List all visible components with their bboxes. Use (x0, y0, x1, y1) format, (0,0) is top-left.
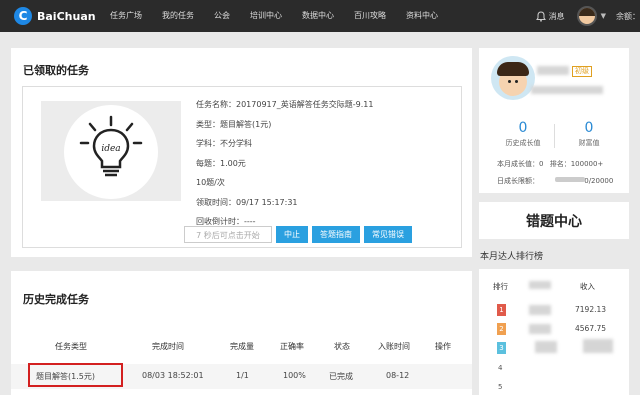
logo-text: BaiChuan (37, 9, 96, 23)
profile-panel: 初级 0 历史成长值 0 财富值 本月成长值：0 排名：100000+ 日成长限… (479, 48, 629, 193)
row-credit-date: 08-12 (386, 371, 410, 380)
col-status: 状态 (334, 342, 350, 351)
col-credit-time: 入账时间 (378, 342, 410, 351)
growth-label: 历史成长值 (505, 139, 541, 147)
messages-link[interactable]: 消息 (549, 11, 565, 22)
rank-income-1: 7192.13 (575, 305, 607, 314)
rank-number-5: 5 (498, 383, 503, 391)
blurred-rank-user-1 (529, 305, 551, 315)
row-task-type: 题目解答(1.5元) (36, 372, 95, 381)
user-avatar[interactable] (576, 6, 597, 26)
rank-badge-3: 3 (497, 342, 506, 354)
blurred-rank-user-3 (535, 341, 557, 353)
nav-item-task-square[interactable]: 任务广场 (100, 0, 152, 32)
row-status: 已完成 (329, 372, 353, 381)
current-task-title: 已领取的任务 (23, 64, 89, 77)
wealth-value: 0 (584, 120, 594, 136)
row-finish-time: 08/03 18:52:01 (142, 371, 204, 380)
growth-value: 0 (518, 120, 528, 136)
balance-label: 余额： (616, 11, 640, 21)
profile-avatar[interactable] (491, 56, 535, 100)
ranking-col-rank: 排行 (493, 282, 508, 291)
blurred-rank-user-2 (529, 324, 551, 334)
month-rank-line: 本月成长值：0 排名：100000+ (497, 159, 603, 169)
error-center-label: 错题中心 (526, 214, 582, 230)
nav-item-data-center[interactable]: 数据中心 (292, 0, 344, 32)
nav-item-guide[interactable]: 百川攻略 (344, 0, 396, 32)
error-center-card[interactable]: 错题中心 (479, 202, 629, 239)
level-badge: 初级 (572, 66, 592, 77)
col-task-type: 任务类型 (55, 342, 87, 351)
top-navigation-bar: C BaiChuan 任务广场 我的任务 公会 培训中心 数据中心 百川攻略 资… (0, 0, 640, 32)
rank-badge-1: 1 (497, 304, 506, 316)
ranking-col-income: 收入 (580, 282, 595, 291)
history-title: 历史完成任务 (23, 293, 89, 306)
nav-item-training[interactable]: 培训中心 (240, 0, 292, 32)
wealth-stat: 0 财富值 (559, 120, 619, 148)
col-action: 操作 (435, 342, 451, 351)
illustration-text: idea (101, 144, 120, 154)
ranking-panel: 排行 收入 1 7192.13 2 4567.75 3 4 5 (479, 269, 629, 395)
row-accuracy: 100% (283, 371, 306, 380)
start-wait-button[interactable]: 7 秒后可点击开始 (184, 226, 272, 243)
rank-badge-2: 2 (497, 323, 506, 335)
ranking-title: 本月达人排行榜 (480, 252, 544, 262)
daily-limit-label: 日成长限额： (497, 177, 539, 185)
nav-item-guild[interactable]: 公会 (204, 0, 240, 32)
rank-income-2: 4567.75 (575, 324, 607, 333)
month-growth: 本月成长值：0 (497, 160, 544, 168)
stop-button[interactable]: 中止 (276, 226, 308, 243)
task-type: 类型：题目解答(1元) (196, 119, 272, 129)
task-actions: 7 秒后可点击开始 中止 答题指南 常见错误 (184, 226, 416, 243)
task-info: 任务名称：20170917_英语解答任务交际题-9.11 类型：题目解答(1元)… (196, 99, 373, 236)
daily-limit-value: 0/20000 (584, 177, 614, 185)
chevron-down-icon[interactable]: ▼ (601, 12, 606, 20)
logo-icon: C (14, 7, 32, 25)
task-price: 每题：1.00元 (196, 158, 246, 168)
col-accuracy: 正确率 (280, 342, 304, 351)
history-table-header: 任务类型 完成时间 完成量 正确率 状态 入账时间 操作 (11, 341, 472, 353)
blurred-ranking-header (529, 281, 551, 289)
col-finish-time: 完成时间 (152, 342, 184, 351)
task-count: 10题/次 (196, 178, 225, 187)
stat-divider (554, 124, 555, 148)
blurred-rank-income-3 (583, 339, 613, 353)
nav-item-resources[interactable]: 资料中心 (396, 0, 448, 32)
task-card: idea 任务名称：20170917_英语解答任务交际题-9.11 类型：题目解… (22, 86, 462, 248)
task-illustration: idea (41, 101, 181, 201)
table-row[interactable]: 题目解答(1.5元) 08/03 18:52:01 1/1 100% 已完成 0… (11, 363, 472, 389)
rank-text: 排名：100000+ (549, 160, 604, 168)
faq-button[interactable]: 常见错误 (364, 226, 412, 243)
history-panel: 历史完成任务 任务类型 完成时间 完成量 正确率 状态 入账时间 操作 题目解答… (11, 271, 472, 395)
blurred-user-info (531, 86, 603, 94)
col-amount: 完成量 (230, 342, 254, 351)
task-claim-time: 领取时间：09/17 15:17:31 (196, 197, 298, 207)
blurred-username (537, 66, 569, 75)
lightbulb-icon: idea (79, 115, 143, 177)
growth-stat: 0 历史成长值 (493, 120, 553, 148)
wealth-label: 财富值 (578, 139, 600, 147)
task-name: 任务名称：20170917_英语解答任务交际题-9.11 (196, 100, 374, 109)
bell-icon[interactable] (535, 10, 546, 22)
guide-button[interactable]: 答题指南 (312, 226, 360, 243)
daily-limit-progress (555, 177, 585, 182)
current-task-panel: 已领取的任务 idea 任务名称：20170917_英语解答任务交际题-9.11… (11, 48, 472, 257)
task-subject: 学科：不分学科 (196, 139, 252, 148)
row-amount: 1/1 (236, 371, 249, 380)
nav-item-my-tasks[interactable]: 我的任务 (152, 0, 204, 32)
top-right-area: 消息 ▼ 余额： (535, 0, 640, 32)
logo[interactable]: C BaiChuan (14, 7, 96, 25)
main-nav: 任务广场 我的任务 公会 培训中心 数据中心 百川攻略 资料中心 (100, 0, 448, 32)
rank-number-4: 4 (498, 364, 503, 372)
